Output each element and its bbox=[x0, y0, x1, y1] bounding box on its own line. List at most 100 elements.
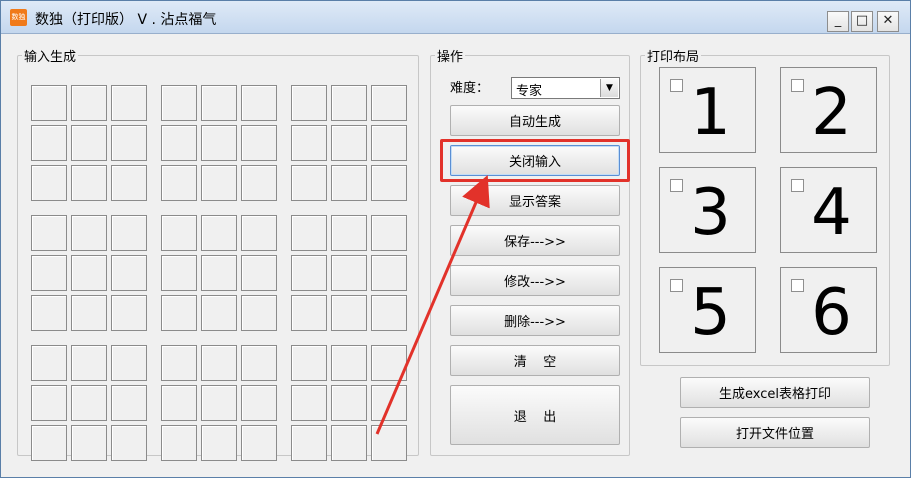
sudoku-cell-r1-c6[interactable] bbox=[241, 85, 277, 121]
sudoku-cell-r8-c4[interactable] bbox=[161, 385, 197, 421]
print-slot-2[interactable]: 2 bbox=[780, 67, 877, 153]
sudoku-cell-r9-c4[interactable] bbox=[161, 425, 197, 461]
sudoku-cell-r6-c8[interactable] bbox=[331, 295, 367, 331]
sudoku-cell-r4-c2[interactable] bbox=[71, 215, 107, 251]
sudoku-cell-r4-c7[interactable] bbox=[291, 215, 327, 251]
sudoku-cell-r1-c1[interactable] bbox=[31, 85, 67, 121]
sudoku-cell-r5-c9[interactable] bbox=[371, 255, 407, 291]
print-slot-1[interactable]: 1 bbox=[659, 67, 756, 153]
save-button[interactable]: 保存--->> bbox=[450, 225, 620, 256]
sudoku-cell-r2-c9[interactable] bbox=[371, 125, 407, 161]
modify-button[interactable]: 修改--->> bbox=[450, 265, 620, 296]
sudoku-cell-r2-c4[interactable] bbox=[161, 125, 197, 161]
sudoku-cell-r5-c6[interactable] bbox=[241, 255, 277, 291]
sudoku-cell-r2-c3[interactable] bbox=[111, 125, 147, 161]
sudoku-cell-r9-c6[interactable] bbox=[241, 425, 277, 461]
sudoku-cell-r7-c8[interactable] bbox=[331, 345, 367, 381]
sudoku-cell-r6-c7[interactable] bbox=[291, 295, 327, 331]
print-slot-5[interactable]: 5 bbox=[659, 267, 756, 353]
sudoku-cell-r4-c9[interactable] bbox=[371, 215, 407, 251]
sudoku-cell-r5-c7[interactable] bbox=[291, 255, 327, 291]
print-slot-4[interactable]: 4 bbox=[780, 167, 877, 253]
sudoku-cell-r3-c1[interactable] bbox=[31, 165, 67, 201]
sudoku-cell-r9-c9[interactable] bbox=[371, 425, 407, 461]
sudoku-cell-r7-c5[interactable] bbox=[201, 345, 237, 381]
sudoku-cell-r6-c6[interactable] bbox=[241, 295, 277, 331]
sudoku-cell-r5-c2[interactable] bbox=[71, 255, 107, 291]
sudoku-cell-r7-c3[interactable] bbox=[111, 345, 147, 381]
sudoku-cell-r8-c3[interactable] bbox=[111, 385, 147, 421]
sudoku-cell-r1-c3[interactable] bbox=[111, 85, 147, 121]
sudoku-cell-r8-c1[interactable] bbox=[31, 385, 67, 421]
sudoku-cell-r1-c5[interactable] bbox=[201, 85, 237, 121]
sudoku-cell-r8-c2[interactable] bbox=[71, 385, 107, 421]
sudoku-cell-r5-c4[interactable] bbox=[161, 255, 197, 291]
sudoku-cell-r8-c8[interactable] bbox=[331, 385, 367, 421]
sudoku-cell-r7-c2[interactable] bbox=[71, 345, 107, 381]
sudoku-cell-r8-c7[interactable] bbox=[291, 385, 327, 421]
sudoku-cell-r2-c5[interactable] bbox=[201, 125, 237, 161]
sudoku-cell-r3-c5[interactable] bbox=[201, 165, 237, 201]
sudoku-cell-r2-c8[interactable] bbox=[331, 125, 367, 161]
sudoku-cell-r7-c1[interactable] bbox=[31, 345, 67, 381]
sudoku-cell-r3-c4[interactable] bbox=[161, 165, 197, 201]
sudoku-cell-r5-c1[interactable] bbox=[31, 255, 67, 291]
sudoku-cell-r4-c1[interactable] bbox=[31, 215, 67, 251]
sudoku-cell-r9-c3[interactable] bbox=[111, 425, 147, 461]
sudoku-cell-r9-c8[interactable] bbox=[331, 425, 367, 461]
sudoku-cell-r6-c3[interactable] bbox=[111, 295, 147, 331]
sudoku-cell-r1-c7[interactable] bbox=[291, 85, 327, 121]
auto-generate-button[interactable]: 自动生成 bbox=[450, 105, 620, 136]
sudoku-cell-r1-c4[interactable] bbox=[161, 85, 197, 121]
sudoku-cell-r6-c5[interactable] bbox=[201, 295, 237, 331]
sudoku-cell-r3-c9[interactable] bbox=[371, 165, 407, 201]
sudoku-cell-r7-c4[interactable] bbox=[161, 345, 197, 381]
sudoku-cell-r2-c2[interactable] bbox=[71, 125, 107, 161]
difficulty-select[interactable]: 专家 ▼ bbox=[511, 77, 620, 99]
sudoku-cell-r3-c6[interactable] bbox=[241, 165, 277, 201]
sudoku-cell-r6-c1[interactable] bbox=[31, 295, 67, 331]
sudoku-cell-r5-c8[interactable] bbox=[331, 255, 367, 291]
sudoku-cell-r2-c7[interactable] bbox=[291, 125, 327, 161]
sudoku-cell-r3-c8[interactable] bbox=[331, 165, 367, 201]
sudoku-cell-r4-c4[interactable] bbox=[161, 215, 197, 251]
sudoku-cell-r7-c7[interactable] bbox=[291, 345, 327, 381]
sudoku-cell-r6-c9[interactable] bbox=[371, 295, 407, 331]
minimize-button[interactable]: _ bbox=[827, 11, 849, 32]
sudoku-cell-r3-c7[interactable] bbox=[291, 165, 327, 201]
maximize-button[interactable]: □ bbox=[851, 11, 873, 32]
sudoku-cell-r4-c3[interactable] bbox=[111, 215, 147, 251]
sudoku-cell-r2-c1[interactable] bbox=[31, 125, 67, 161]
sudoku-cell-r8-c6[interactable] bbox=[241, 385, 277, 421]
sudoku-cell-r7-c6[interactable] bbox=[241, 345, 277, 381]
sudoku-cell-r4-c5[interactable] bbox=[201, 215, 237, 251]
sudoku-cell-r7-c9[interactable] bbox=[371, 345, 407, 381]
sudoku-cell-r1-c2[interactable] bbox=[71, 85, 107, 121]
sudoku-cell-r3-c3[interactable] bbox=[111, 165, 147, 201]
print-slot-3[interactable]: 3 bbox=[659, 167, 756, 253]
title-bar[interactable]: 数独 数独（打印版） V . 沾点福气 _ □ ✕ bbox=[1, 1, 910, 34]
sudoku-cell-r6-c4[interactable] bbox=[161, 295, 197, 331]
exit-button[interactable]: 退 出 bbox=[450, 385, 620, 445]
sudoku-cell-r5-c5[interactable] bbox=[201, 255, 237, 291]
sudoku-cell-r9-c7[interactable] bbox=[291, 425, 327, 461]
open-file-location-button[interactable]: 打开文件位置 bbox=[680, 417, 870, 448]
sudoku-cell-r1-c8[interactable] bbox=[331, 85, 367, 121]
sudoku-cell-r8-c9[interactable] bbox=[371, 385, 407, 421]
sudoku-cell-r6-c2[interactable] bbox=[71, 295, 107, 331]
sudoku-cell-r2-c6[interactable] bbox=[241, 125, 277, 161]
print-slot-6[interactable]: 6 bbox=[780, 267, 877, 353]
delete-button[interactable]: 删除--->> bbox=[450, 305, 620, 336]
sudoku-cell-r3-c2[interactable] bbox=[71, 165, 107, 201]
sudoku-cell-r1-c9[interactable] bbox=[371, 85, 407, 121]
sudoku-cell-r9-c5[interactable] bbox=[201, 425, 237, 461]
generate-excel-button[interactable]: 生成excel表格打印 bbox=[680, 377, 870, 408]
sudoku-cell-r5-c3[interactable] bbox=[111, 255, 147, 291]
sudoku-cell-r8-c5[interactable] bbox=[201, 385, 237, 421]
sudoku-cell-r4-c6[interactable] bbox=[241, 215, 277, 251]
sudoku-cell-r4-c8[interactable] bbox=[331, 215, 367, 251]
close-button[interactable]: ✕ bbox=[877, 11, 899, 32]
sudoku-cell-r9-c2[interactable] bbox=[71, 425, 107, 461]
show-answer-button[interactable]: 显示答案 bbox=[450, 185, 620, 216]
chevron-down-icon[interactable]: ▼ bbox=[600, 79, 618, 97]
